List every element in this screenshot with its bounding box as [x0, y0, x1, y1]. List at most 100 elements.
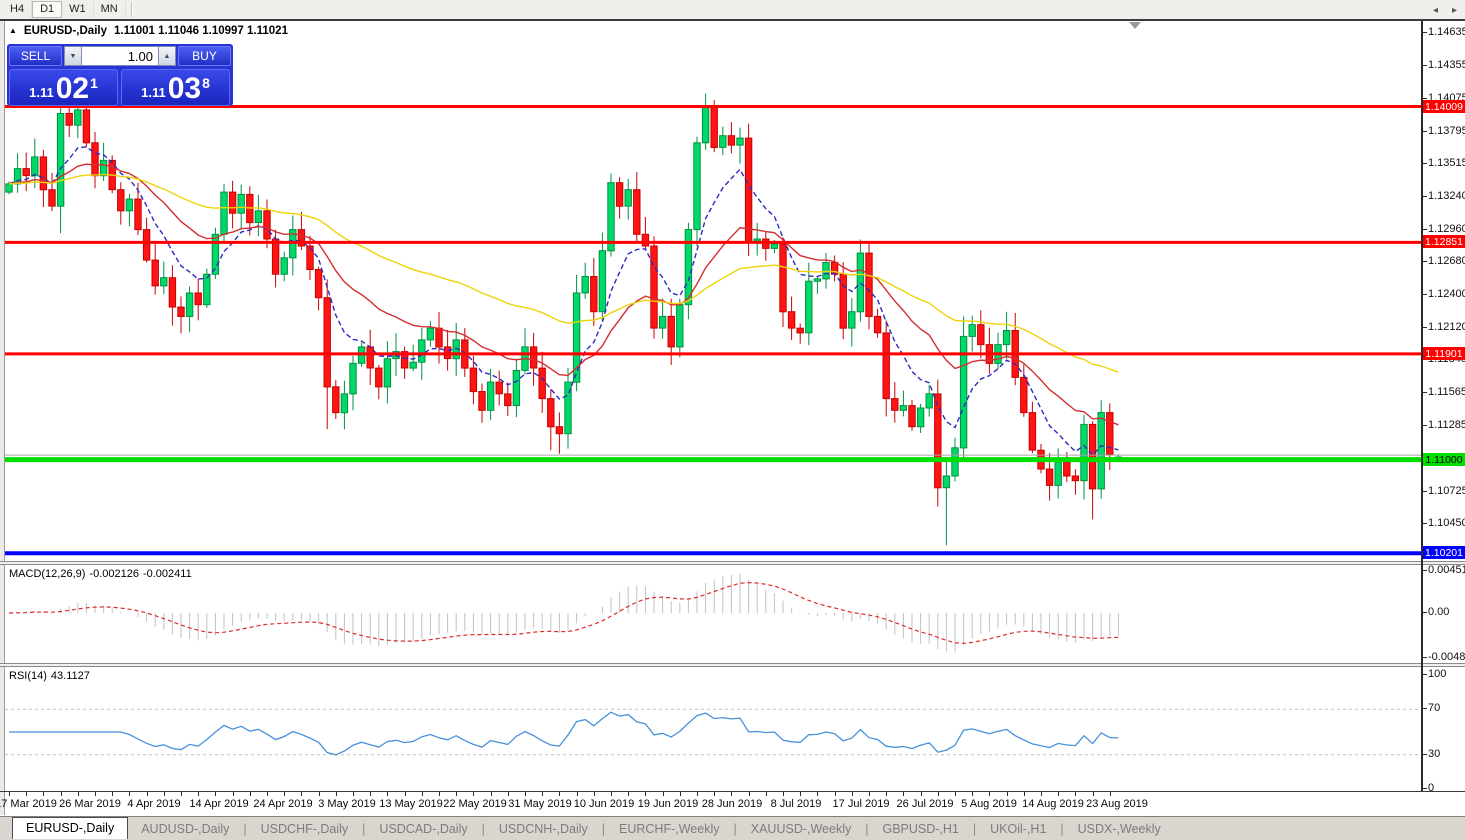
date-label: 17 Jul 2019: [832, 798, 890, 810]
date-tick: [1093, 792, 1094, 796]
date-tick: [1075, 792, 1076, 796]
date-tick: [198, 792, 199, 796]
volume-input[interactable]: 1.00: [82, 46, 158, 66]
price-tick-label: 1.14355: [1423, 59, 1465, 71]
macd-chart-canvas[interactable]: [5, 565, 1422, 663]
date-tick: [112, 792, 113, 796]
timeframe-button-w1[interactable]: W1: [62, 1, 94, 18]
date-tick: [697, 792, 698, 796]
date-tick: [714, 792, 715, 796]
price-tick-label: 1.13240: [1423, 190, 1465, 202]
price-tick-label: 1.14635: [1423, 26, 1465, 38]
timeframe-button-h4[interactable]: H4: [3, 1, 33, 18]
buy-price-prefix: 1.11: [141, 85, 166, 100]
line-price-label: 1.11000: [1423, 453, 1465, 466]
timeframe-button-mn[interactable]: MN: [94, 1, 126, 18]
rsi-chart-canvas[interactable]: [5, 667, 1422, 791]
tab-separator: |: [1060, 821, 1064, 836]
chart-tab-usdcnh[interactable]: USDCNH-,Daily: [486, 820, 601, 838]
date-label: 22 May 2019: [443, 798, 507, 810]
tab-separator: |: [865, 821, 869, 836]
date-tick: [439, 792, 440, 796]
price-tick-label: 1.11565: [1423, 386, 1465, 398]
macd-tick-label: 0.004517: [1423, 564, 1465, 576]
date-tick: [1058, 792, 1059, 796]
volume-increase-button[interactable]: ▲: [158, 46, 176, 66]
date-tick: [663, 792, 664, 796]
buy-button[interactable]: BUY: [178, 46, 231, 66]
date-tick: [594, 792, 595, 796]
one-click-trading-panel: SELL ▼ 1.00 ▲ BUY 1.11 02 1 1.11 03 8: [7, 44, 233, 106]
date-label: 14 Apr 2019: [189, 798, 249, 810]
date-label: 10 Jun 2019: [573, 798, 635, 810]
volume-decrease-button[interactable]: ▼: [64, 46, 82, 66]
chart-tab-eurchf[interactable]: EURCHF-,Weekly: [606, 820, 732, 838]
tab-separator: |: [362, 821, 366, 836]
date-tick: [749, 792, 750, 796]
date-tick: [972, 792, 973, 796]
tab-separator: |: [481, 821, 485, 836]
date-tick: [473, 792, 474, 796]
date-tick: [78, 792, 79, 796]
chart-tab-audusd[interactable]: AUDUSD-,Daily: [128, 820, 242, 838]
date-label: 24 Apr 2019: [253, 798, 313, 810]
chart-tab-usdcad[interactable]: USDCAD-,Daily: [366, 820, 480, 838]
date-tick: [405, 792, 406, 796]
date-label: 13 May 2019: [379, 798, 443, 810]
chart-shift-marker-icon[interactable]: [1129, 22, 1141, 29]
date-label: 5 Aug 2019: [961, 798, 1017, 810]
date-tick: [783, 792, 784, 796]
rsi-label: RSI(14) 43.1127: [9, 670, 90, 682]
chart-symbol-label: EURUSD-,Daily: [23, 25, 107, 37]
tab-scroll-right-icon[interactable]: ▸: [1452, 5, 1457, 16]
date-tick: [387, 792, 388, 796]
date-tick: [491, 792, 492, 796]
sell-price-tile[interactable]: 1.11 02 1: [9, 69, 118, 106]
timeframe-toolbar: H4 D1 W1 MN: [0, 0, 1465, 19]
sell-price-pip: 1: [90, 75, 98, 91]
price-tick-label: 1.11285: [1423, 419, 1465, 431]
date-tick: [817, 792, 818, 796]
date-label: 3 May 2019: [318, 798, 376, 810]
chart-tab-gbpusd[interactable]: GBPUSD-,H1: [869, 820, 971, 838]
line-price-label: 1.14009: [1423, 100, 1465, 113]
date-tick: [1024, 792, 1025, 796]
chart-tab-usdx[interactable]: USDX-,Weekly: [1065, 820, 1174, 838]
date-tick: [233, 792, 234, 796]
date-tick: [731, 792, 732, 796]
rsi-tick-label: 70: [1422, 702, 1441, 714]
date-label: 28 Jun 2019: [701, 798, 763, 810]
price-axis-divider: [1421, 21, 1423, 791]
date-tick: [215, 792, 216, 796]
date-tick: [955, 792, 956, 796]
price-tick-label: 1.12960: [1423, 223, 1465, 235]
chart-tab-usdchf[interactable]: USDCHF-,Daily: [248, 820, 362, 838]
date-tick: [542, 792, 543, 796]
date-tick: [26, 792, 27, 796]
chart-tab-xauusd[interactable]: XAUUSD-,Weekly: [738, 820, 864, 838]
timeframe-button-d1[interactable]: D1: [32, 1, 63, 18]
buy-price-pip: 8: [202, 75, 210, 91]
macd-tick-label: 0.00: [1422, 606, 1450, 618]
date-tick: [886, 792, 887, 796]
rsi-tick-label: 0: [1422, 782, 1435, 794]
date-tick: [508, 792, 509, 796]
chart-tab-eurusd[interactable]: EURUSD-,Daily: [12, 816, 129, 839]
date-tick: [301, 792, 302, 796]
chart-tab-ukoil[interactable]: UKOil-,H1: [977, 820, 1059, 838]
date-tick: [353, 792, 354, 796]
tab-separator: |: [601, 821, 606, 836]
collapse-trade-panel-icon[interactable]: ▲: [9, 26, 17, 35]
tab-scroll-left-icon[interactable]: ◂: [1433, 5, 1438, 16]
date-tick: [319, 792, 320, 796]
buy-price-tile[interactable]: 1.11 03 8: [121, 69, 230, 106]
macd-tick-label: -0.004806: [1423, 651, 1465, 663]
sell-button[interactable]: SELL: [9, 46, 62, 66]
date-tick: [456, 792, 457, 796]
chart-ohlc-values: 1.11001 1.11046 1.10997 1.11021: [114, 25, 288, 37]
date-tick: [852, 792, 853, 796]
date-tick: [43, 792, 44, 796]
date-tick: [336, 792, 337, 796]
rsi-tick-label: 30: [1422, 748, 1441, 760]
tab-separator: |: [243, 821, 247, 836]
